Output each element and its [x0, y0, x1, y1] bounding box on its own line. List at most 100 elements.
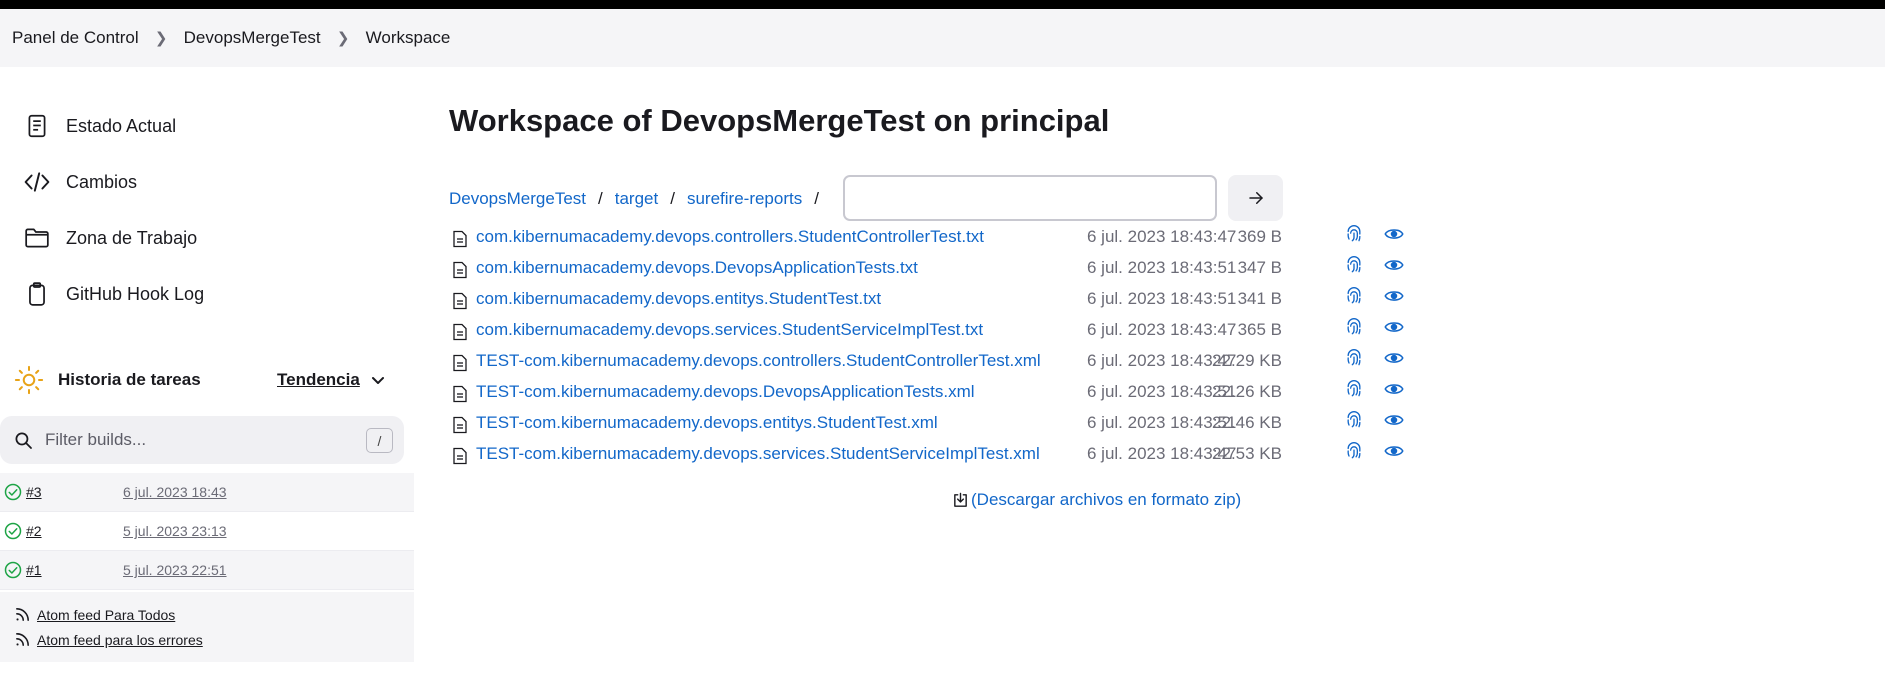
file-row: TEST-com.kibernumacademy.devops.entitys.…	[452, 408, 1412, 439]
build-list: #3 6 jul. 2023 18:43 #2 5 jul. 2023 23:1…	[0, 473, 414, 590]
download-zip-label[interactable]: (Descargar archivos en formato zip)	[971, 490, 1241, 510]
file-row: com.kibernumacademy.devops.DevopsApplica…	[452, 253, 1412, 284]
download-icon	[954, 492, 967, 507]
file-row: TEST-com.kibernumacademy.devops.controll…	[452, 346, 1412, 377]
file-icon	[453, 230, 467, 248]
search-icon	[15, 432, 32, 449]
fingerprint-icon[interactable]	[1344, 441, 1364, 461]
sidebar-nav: Estado Actual Cambios Zona de Trabajo Gi…	[0, 98, 414, 322]
file-row: TEST-com.kibernumacademy.devops.DevopsAp…	[452, 377, 1412, 408]
window-top-bar	[0, 0, 1885, 9]
success-check-icon	[4, 522, 22, 540]
file-size: 22.53 KB	[1212, 444, 1282, 463]
build-row: #2 5 jul. 2023 23:13	[0, 512, 414, 551]
sun-icon	[14, 365, 44, 395]
atom-feeds: Atom feed Para Todos Atom feed para los …	[0, 592, 414, 662]
filter-builds: /	[0, 416, 404, 464]
build-number-link[interactable]: #2	[26, 523, 42, 539]
file-size: 347 B	[1237, 258, 1282, 277]
fingerprint-icon[interactable]	[1344, 255, 1364, 275]
file-name-link[interactable]: TEST-com.kibernumacademy.devops.services…	[476, 444, 1040, 464]
fingerprint-icon[interactable]	[1344, 410, 1364, 430]
file-date: 6 jul. 2023 18:43:51	[1087, 258, 1237, 277]
breadcrumb-dashboard[interactable]: Panel de Control	[12, 28, 139, 48]
trend-link[interactable]: Tendencia	[277, 370, 360, 390]
code-icon	[24, 172, 50, 192]
build-date-link[interactable]: 5 jul. 2023 23:13	[123, 523, 227, 539]
fingerprint-icon[interactable]	[1344, 286, 1364, 306]
path-separator: /	[670, 189, 675, 208]
atom-feed-failures-label[interactable]: Atom feed para los errores	[37, 632, 203, 648]
fingerprint-icon[interactable]	[1344, 348, 1364, 368]
file-size: 341 B	[1237, 289, 1282, 308]
file-icon	[453, 323, 467, 341]
fingerprint-icon[interactable]	[1344, 379, 1364, 399]
file-size: 22.46 KB	[1212, 413, 1282, 432]
file-date: 6 jul. 2023 18:43:51	[1087, 289, 1237, 308]
chevron-right-icon: ❯	[336, 30, 350, 47]
path-input[interactable]	[843, 175, 1217, 221]
sidebar-item-workspace[interactable]: Zona de Trabajo	[0, 210, 414, 266]
fingerprint-icon[interactable]	[1344, 317, 1364, 337]
build-date-link[interactable]: 6 jul. 2023 18:43	[123, 484, 227, 500]
file-name-link[interactable]: com.kibernumacademy.devops.controllers.S…	[476, 227, 984, 247]
sidebar-item-label: Zona de Trabajo	[66, 227, 198, 248]
build-row: #1 5 jul. 2023 22:51	[0, 551, 414, 590]
success-check-icon	[4, 483, 22, 501]
file-size: 365 B	[1237, 320, 1282, 339]
file-row: com.kibernumacademy.devops.controllers.S…	[452, 222, 1412, 253]
path-segment-link[interactable]: target	[615, 189, 658, 209]
file-name-link[interactable]: com.kibernumacademy.devops.entitys.Stude…	[476, 289, 881, 309]
file-icon	[453, 354, 467, 372]
download-zip-link[interactable]: (Descargar archivos en formato zip)	[952, 490, 1241, 510]
filter-builds-input[interactable]	[45, 430, 345, 450]
rss-icon	[16, 633, 29, 646]
path-separator: /	[814, 189, 819, 208]
fingerprint-icon[interactable]	[1344, 224, 1364, 244]
build-history-header: Historia de tareas Tendencia	[0, 356, 414, 404]
file-name-link[interactable]: com.kibernumacademy.devops.services.Stud…	[476, 320, 983, 340]
eye-icon[interactable]	[1384, 411, 1404, 429]
sidebar-item-changes[interactable]: Cambios	[0, 154, 414, 210]
atom-feed-failures[interactable]: Atom feed para los errores	[14, 627, 414, 652]
file-name-link[interactable]: TEST-com.kibernumacademy.devops.controll…	[476, 351, 1041, 371]
atom-feed-all[interactable]: Atom feed Para Todos	[14, 602, 414, 627]
document-icon	[28, 114, 46, 138]
file-icon	[453, 261, 467, 279]
file-date: 6 jul. 2023 18:43:47	[1087, 227, 1237, 246]
path-segment-link[interactable]: DevopsMergeTest	[449, 189, 586, 209]
go-button[interactable]	[1228, 175, 1283, 221]
eye-icon[interactable]	[1384, 318, 1404, 336]
file-list: com.kibernumacademy.devops.controllers.S…	[452, 222, 1412, 470]
build-date-link[interactable]: 5 jul. 2023 22:51	[123, 562, 227, 578]
path-segment-link[interactable]: surefire-reports	[687, 189, 802, 209]
chevron-down-icon[interactable]	[370, 372, 386, 388]
eye-icon[interactable]	[1384, 380, 1404, 398]
breadcrumb-workspace[interactable]: Workspace	[366, 28, 451, 48]
eye-icon[interactable]	[1384, 287, 1404, 305]
sidebar-item-label: Cambios	[66, 171, 138, 192]
keyboard-shortcut-badge: /	[366, 428, 393, 453]
file-icon	[453, 416, 467, 434]
file-row: TEST-com.kibernumacademy.devops.services…	[452, 439, 1412, 470]
eye-icon[interactable]	[1384, 349, 1404, 367]
workspace-path: DevopsMergeTest / target / surefire-repo…	[449, 176, 831, 222]
folder-icon	[25, 228, 49, 248]
file-icon	[453, 292, 467, 310]
atom-feed-all-label[interactable]: Atom feed Para Todos	[37, 607, 175, 623]
sidebar-item-github-hook-log[interactable]: GitHub Hook Log	[0, 266, 414, 322]
file-name-link[interactable]: TEST-com.kibernumacademy.devops.DevopsAp…	[476, 382, 975, 402]
page-title: Workspace of DevopsMergeTest on principa…	[449, 103, 1110, 138]
eye-icon[interactable]	[1384, 225, 1404, 243]
sidebar-item-status[interactable]: Estado Actual	[0, 98, 414, 154]
file-icon	[453, 385, 467, 403]
breadcrumb-job[interactable]: DevopsMergeTest	[184, 28, 321, 48]
eye-icon[interactable]	[1384, 256, 1404, 274]
breadcrumb: Panel de Control ❯ DevopsMergeTest ❯ Wor…	[0, 9, 1885, 67]
file-name-link[interactable]: TEST-com.kibernumacademy.devops.entitys.…	[476, 413, 938, 433]
build-number-link[interactable]: #3	[26, 484, 42, 500]
build-row: #3 6 jul. 2023 18:43	[0, 473, 414, 512]
build-number-link[interactable]: #1	[26, 562, 42, 578]
eye-icon[interactable]	[1384, 442, 1404, 460]
file-name-link[interactable]: com.kibernumacademy.devops.DevopsApplica…	[476, 258, 918, 278]
